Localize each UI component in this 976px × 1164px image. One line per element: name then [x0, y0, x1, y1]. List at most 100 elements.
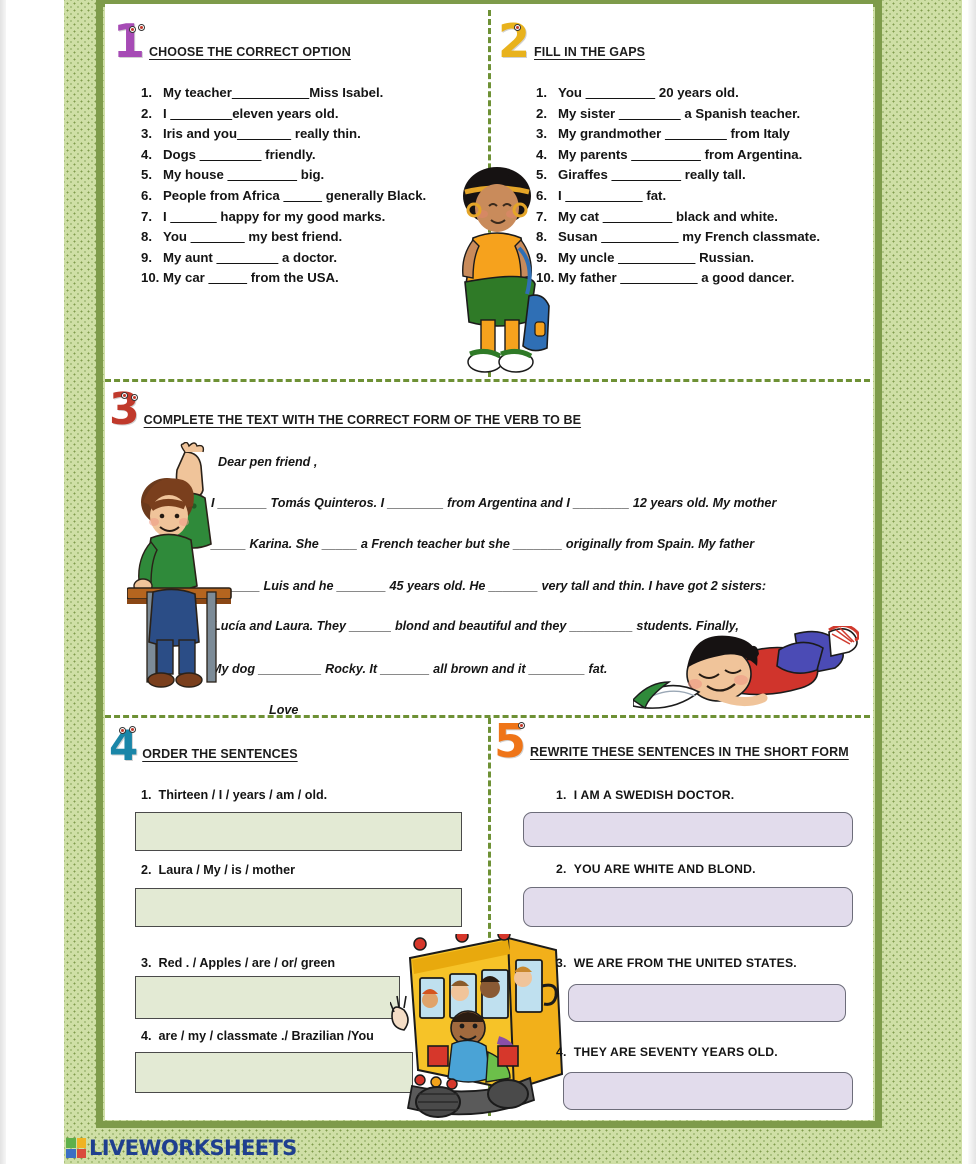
exercise-2-heading: 2 FILL IN THE GAPS [498, 18, 646, 64]
worksheet-paper: 1 CHOOSE THE CORRECT OPTION 1. My teache… [105, 4, 873, 1120]
list-item: 4. My parents _________ from Argentina. [536, 147, 820, 162]
exercise-3-title: COMPLETE THE TEXT WITH THE CORRECT FORM … [143, 412, 582, 427]
exercise-4-item-4-label: 4. are / my / classmate ./ Brazilian /Yo… [141, 1029, 374, 1043]
answer-blank[interactable]: _____ [283, 188, 322, 203]
letter-line[interactable]: _____ Karina. She _____ a French teacher… [211, 538, 776, 551]
answer-blank[interactable]: _________ [227, 167, 297, 182]
list-item: 9. My uncle __________ Russian. [536, 250, 820, 265]
exercise-1-title: CHOOSE THE CORRECT OPTION [149, 44, 351, 59]
exercise-4-item-2-label: 2. Laura / My / is / mother [141, 863, 295, 877]
item-text: Dogs ________ friendly. [163, 146, 316, 162]
item-text: My car _____ from the USA. [163, 270, 339, 286]
answer-blank[interactable]: _______ [191, 229, 245, 244]
item-number: 7. [141, 208, 152, 224]
list-item: 1. My teacher__________Miss Isabel. [141, 85, 426, 100]
exercise-5-item-2-label: 2. YOU ARE WHITE AND BLOND. [556, 862, 756, 876]
boy-reading-book-illustration [633, 626, 859, 710]
answer-blank[interactable]: _________ [603, 209, 673, 224]
list-item: 6. People from Africa _____ generally Bl… [141, 188, 426, 203]
list-item: 1. You _________ 20 years old. [536, 85, 820, 100]
item-number: 1. [141, 85, 152, 100]
answer-blank[interactable]: ________ [665, 126, 727, 141]
item-number: 3. [536, 126, 547, 142]
answer-blank[interactable]: __________ [618, 250, 695, 265]
item-number: 6. [141, 187, 152, 203]
letter-line[interactable]: I _______ Tomás Quinteros. I ________ fr… [211, 496, 776, 510]
exercise-1-number-icon: 1 [113, 14, 145, 68]
list-item: 7. My cat _________ black and white. [536, 209, 820, 224]
girl-with-schoolbag-illustration [462, 167, 550, 373]
list-item: 9. My aunt ________ a doctor. [141, 250, 426, 265]
item-number: 9. [141, 249, 152, 265]
list-item: 5. My house _________ big. [141, 167, 426, 182]
item-number: 1. [536, 85, 547, 100]
answer-blank[interactable]: ________ [200, 147, 262, 162]
answer-blank[interactable]: ________ [170, 106, 232, 121]
item-text: My house _________ big. [163, 167, 325, 183]
exercise-5-answer-box-1[interactable] [523, 812, 853, 847]
answer-blank[interactable]: _________ [612, 167, 682, 182]
list-item: 3. My grandmother ________ from Italy [536, 126, 820, 141]
exercise-5-answer-box-4[interactable] [563, 1072, 853, 1110]
item-number: 3. [141, 126, 152, 142]
item-number: 10. [141, 270, 160, 286]
item-text: My teacher__________Miss Isabel. [163, 85, 384, 100]
exercise-4-title: ORDER THE SENTENCES [142, 747, 298, 762]
exercise-5-answer-box-3[interactable] [568, 984, 846, 1022]
exercise-4-item-1-label: 1. Thirteen / I / years / am / old. [141, 788, 328, 802]
answer-blank[interactable]: ________ [216, 250, 278, 265]
viewer-left-edge [0, 0, 6, 1164]
exercise-4-item-3-label: 3. Red . / Apples / are / or/ green [141, 956, 336, 970]
letter-line[interactable]: _______ Luis and he _______ 45 years old… [211, 580, 776, 593]
letter-line[interactable]: Dear pen friend , [218, 456, 776, 469]
boy-raising-hand-illustration [127, 442, 232, 688]
item-text: My cat _________ black and white. [558, 208, 778, 224]
list-item: 7. I ______ happy for my good marks. [141, 209, 426, 224]
exercise-4-answer-box-4[interactable] [135, 1052, 413, 1093]
item-number: 5. [141, 167, 152, 183]
item-number: 4. [536, 146, 547, 162]
list-item: 10. My father __________ a good dancer. [536, 270, 820, 285]
item-text: My sister ________ a Spanish teacher. [558, 105, 801, 121]
exercise-4-answer-box-1[interactable] [135, 812, 462, 851]
item-text: Susan __________ my French classmate. [558, 229, 821, 245]
item-text: My parents _________ from Argentina. [558, 146, 803, 162]
list-item: 2. I ________eleven years old. [141, 106, 426, 121]
exercise-5-item-1-label: 1. I AM A SWEDISH DOCTOR. [556, 788, 735, 802]
list-item: 2. My sister ________ a Spanish teacher. [536, 106, 820, 121]
exercise-3-number-icon: 3 [109, 384, 140, 435]
exercise-2-question-list: 1. You _________ 20 years old. 2. My sis… [536, 85, 820, 291]
brand-wordmark: LIVEWORKSHEETS [89, 1136, 297, 1160]
answer-blank[interactable]: __________ [601, 229, 678, 244]
school-bus-illustration [390, 934, 564, 1118]
item-text: I __________ fat. [558, 187, 667, 203]
answer-blank[interactable]: __________ [565, 188, 642, 203]
item-text: People from Africa _____ generally Black… [163, 187, 427, 203]
list-item: 3. Iris and you_______ really thin. [141, 126, 426, 141]
exercise-5-item-4-label: 4. THEY ARE SEVENTY YEARS OLD. [556, 1045, 778, 1059]
answer-blank[interactable]: _________ [586, 85, 656, 100]
list-item: 8. You _______ my best friend. [141, 229, 426, 244]
answer-blank[interactable]: __________ [620, 270, 697, 285]
answer-blank[interactable]: __________ [232, 85, 309, 100]
exercise-4-answer-box-3[interactable] [135, 976, 400, 1019]
item-text: You _______ my best friend. [163, 229, 343, 245]
item-text: My father __________ a good dancer. [558, 270, 795, 286]
answer-blank[interactable]: _______ [237, 126, 291, 141]
item-number: 4. [141, 146, 152, 162]
liveworksheets-logo-icon [66, 1138, 86, 1158]
answer-blank[interactable]: ________ [619, 106, 681, 121]
item-number: 2. [536, 105, 547, 121]
answer-blank[interactable]: ______ [170, 209, 216, 224]
exercise-5-item-3-label: 3. WE ARE FROM THE UNITED STATES. [556, 956, 797, 970]
exercise-4-answer-box-2[interactable] [135, 888, 462, 927]
exercise-2-title: FILL IN THE GAPS [534, 44, 646, 59]
exercise-4-heading: 4 ORDER THE SENTENCES [109, 725, 298, 767]
liveworksheets-brand[interactable]: LIVEWORKSHEETS [66, 1136, 297, 1160]
item-text: My grandmother ________ from Italy [558, 126, 790, 142]
answer-blank[interactable]: _________ [631, 147, 701, 162]
answer-blank[interactable]: _____ [208, 270, 247, 285]
exercise-5-answer-box-2[interactable] [523, 887, 853, 927]
exercise-3-heading: 3 COMPLETE THE TEXT WITH THE CORRECT FOR… [109, 384, 582, 435]
exercise-1-heading: 1 CHOOSE THE CORRECT OPTION [113, 14, 351, 68]
